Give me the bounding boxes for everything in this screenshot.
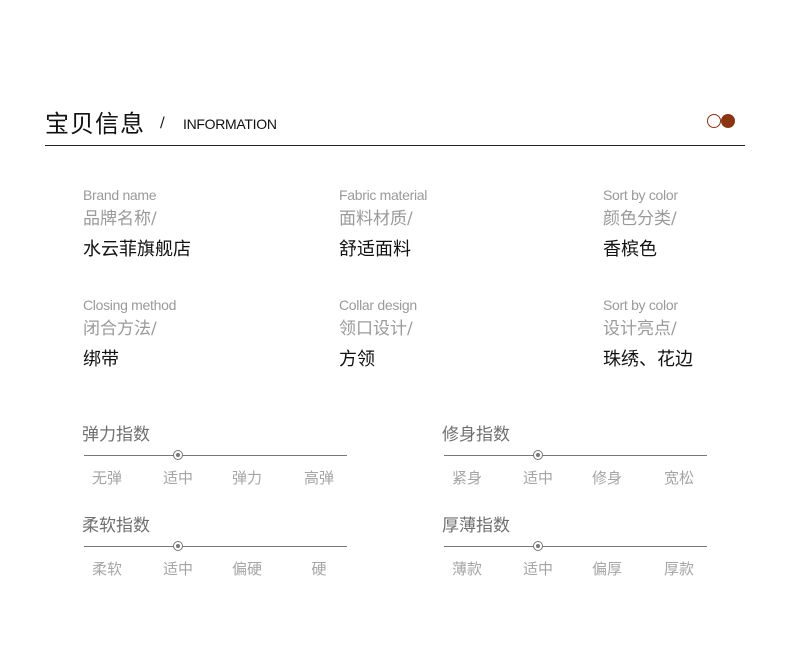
attribute-label-en: Sort by color [603,187,678,203]
scale-option: 柔软 [91,560,122,578]
scale-marker-icon [533,541,543,551]
attribute-label-en: Collar design [339,297,417,313]
scale-option: 高弹 [303,469,334,487]
scale-softness: 柔软指数 柔软 适中 偏硬 硬 [82,514,347,578]
scale-track [84,455,347,456]
attribute-brand-name: Brand name 品牌名称/ 水云菲旗舰店 [83,185,191,265]
attribute-fabric-material: Fabric material 面料材质/ 舒适面料 [339,185,427,265]
scale-marker-icon [173,541,183,551]
scale-option: 无弹 [91,469,122,487]
filled-circle-icon [721,114,735,128]
scale-thickness: 厚薄指数 薄款 适中 偏厚 厚款 [442,514,707,578]
scale-option: 薄款 [451,560,482,578]
scale-option: 偏硬 [231,560,262,578]
scale-title: 修身指数 [442,425,510,445]
attribute-label-en: Closing method [83,297,177,313]
attribute-label-cn: 品牌名称/ [83,209,157,229]
attribute-label-cn: 面料材质/ [339,209,413,229]
attribute-collar-design: Collar design 领口设计/ 方领 [339,295,417,375]
attribute-design-highlight: Sort by color 设计亮点/ 珠绣、花边 [603,295,693,375]
scale-option: 宽松 [663,469,694,487]
header-divider [45,145,745,146]
scale-title: 柔软指数 [82,516,150,536]
scale-option: 紧身 [451,469,482,487]
scale-option: 弹力 [231,469,262,487]
attribute-value: 珠绣、花边 [603,349,693,370]
attribute-closing-method: Closing method 闭合方法/ 绑带 [83,295,176,375]
attribute-color: Sort by color 颜色分类/ 香槟色 [603,185,678,265]
scale-option: 修身 [591,469,622,487]
attribute-value: 水云菲旗舰店 [83,239,191,260]
scale-marker-icon [173,450,183,460]
attribute-label-en: Brand name [83,187,157,203]
attribute-value: 香槟色 [603,239,657,260]
scale-title: 弹力指数 [82,425,150,445]
scale-option: 适中 [522,560,553,578]
attribute-label-cn: 设计亮点/ [603,319,677,339]
attribute-value: 方领 [339,349,375,370]
title-separator: / [160,115,165,131]
section-title: 宝贝信息 [45,110,145,138]
attribute-label-en: Sort by color [603,297,678,313]
scale-track [444,455,707,456]
scale-option: 厚款 [663,560,694,578]
scale-track [84,546,347,547]
scale-elasticity: 弹力指数 无弹 适中 弹力 高弹 [82,423,347,487]
scale-option: 适中 [522,469,553,487]
section-subtitle: INFORMATION [183,116,277,132]
attribute-label-cn: 闭合方法/ [83,319,157,339]
scale-marker-icon [533,450,543,460]
scale-option: 偏厚 [591,560,622,578]
scale-track [444,546,707,547]
attribute-value: 绑带 [83,349,119,370]
attribute-label-en: Fabric material [339,187,428,203]
scale-option: 硬 [311,560,327,578]
attribute-label-cn: 颜色分类/ [603,209,677,229]
attribute-value: 舒适面料 [339,239,411,260]
scale-option: 适中 [162,560,193,578]
scale-option: 适中 [162,469,193,487]
scale-fit: 修身指数 紧身 适中 修身 宽松 [442,423,707,487]
outline-circle-icon [707,114,721,128]
attribute-label-cn: 领口设计/ [339,319,413,339]
scale-title: 厚薄指数 [442,516,510,536]
